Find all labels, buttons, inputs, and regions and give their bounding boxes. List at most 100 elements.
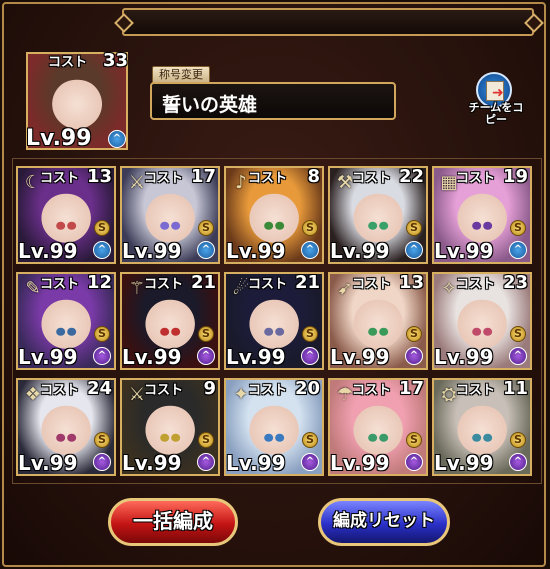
unit-cost: コスト 24 [18,380,112,399]
character-eyes [263,221,285,230]
character-eyes [471,221,493,230]
unit-card[interactable]: ✎ コスト 12 Lv.99 S ^ [16,272,116,370]
cost-label: コスト [40,277,80,292]
unit-card[interactable]: ⛭ コスト 11 Lv.99 S ^ [432,378,532,476]
rank-up-icon: ^ [509,347,527,365]
copy-team-label: チームをコピー [468,101,524,126]
unit-level: Lv.99 [330,451,390,475]
cost-label: コスト [144,277,184,292]
cost-value: 12 [86,272,112,293]
header-bar [122,8,534,36]
bulk-formation-button[interactable]: 一括編成 [108,498,238,546]
cost-value: 19 [502,166,528,187]
rank-up-icon: ^ [405,453,423,471]
leader-cost: コスト 33 [26,50,128,71]
unit-level: Lv.99 [122,345,182,369]
unit-level: Lv.99 [122,239,182,263]
formation-reset-button[interactable]: 編成リセット [318,498,450,546]
unit-card[interactable]: ❖ コスト 24 Lv.99 S ^ [16,378,116,476]
cost-value: 11 [502,378,528,399]
character-eyes [55,221,77,230]
unit-level: Lv.99 [18,239,78,263]
unit-cost: コスト 21 [226,274,320,293]
unit-cost: コスト 13 [18,166,112,187]
cost-label: コスト [248,277,288,292]
unit-cost: コスト 9 [122,380,216,399]
unit-card[interactable]: ☾ コスト 13 Lv.99 S ^ [16,166,116,264]
unit-cost: コスト 13 [330,272,424,293]
unit-card[interactable]: ⚚ コスト 21 Lv.99 S ^ [120,272,220,370]
character-eyes [159,221,181,230]
skill-s-icon: S [510,220,526,236]
character-eyes [159,327,181,336]
rank-up-icon: ^ [405,241,423,259]
rank-up-icon: ^ [301,453,319,471]
unit-card[interactable]: ☄ コスト 21 Lv.99 S ^ [224,272,324,370]
character-eyes [55,433,77,442]
unit-level: Lv.99 [226,451,286,475]
unit-card[interactable]: ▦ コスト 19 Lv.99 S ^ [432,166,532,264]
unit-level: Lv.99 [226,239,286,263]
unit-card[interactable]: ⚒ コスト 22 Lv.99 S ^ [328,166,428,264]
unit-card[interactable]: ⚔ コスト 17 Lv.99 S ^ [120,166,220,264]
cost-label: コスト [144,171,184,186]
cost-value: 21 [190,272,216,293]
unit-cost: コスト 12 [18,272,112,293]
cost-label: コスト [248,171,288,186]
unit-cost: コスト 17 [330,380,424,399]
character-eyes [367,327,389,336]
unit-card[interactable]: ♪ コスト 8 Lv.99 S ^ [224,166,324,264]
character-eyes [471,433,493,442]
unit-level: Lv.99 [122,451,182,475]
cost-value: 13 [86,166,112,187]
cost-label: コスト [352,171,392,186]
unit-cost: コスト 8 [226,166,320,187]
cost-value: 13 [398,272,424,293]
unit-card[interactable]: ✧ コスト 23 Lv.99 S ^ [432,272,532,370]
unit-card[interactable]: ⚔ コスト 9 Lv.99 S ^ [120,378,220,476]
cost-value: 20 [294,378,320,399]
rank-up-icon: ^ [108,130,126,148]
rank-up-icon: ^ [93,347,111,365]
cost-label: コスト [352,277,392,292]
unit-card[interactable]: ✦ コスト 20 Lv.99 S ^ [224,378,324,476]
cost-label: コスト [40,383,80,398]
leader-card[interactable]: コスト 33 Lv.99 ^ [26,50,128,151]
rank-up-icon: ^ [197,241,215,259]
unit-level: Lv.99 [226,345,286,369]
cost-label: コスト [48,55,88,70]
title-text: 誓いの英雄 [162,94,258,116]
cost-value: 8 [307,166,320,187]
rank-up-icon: ^ [197,347,215,365]
character-eyes [367,221,389,230]
unit-cost: コスト 23 [434,274,528,293]
copy-team-button[interactable]: ➜ チームをコピー [466,72,526,132]
unit-level: Lv.99 [434,345,494,369]
skill-s-icon: S [406,220,422,236]
skill-s-icon: S [198,432,214,448]
rank-up-icon: ^ [93,453,111,471]
rank-up-icon: ^ [405,347,423,365]
skill-s-icon: S [510,432,526,448]
unit-cost: コスト 17 [122,168,216,187]
unit-level: Lv.99 [434,451,494,475]
unit-card[interactable]: ➹ コスト 13 Lv.99 S ^ [328,272,428,370]
unit-cost: コスト 22 [330,166,424,187]
title-field[interactable]: 誓いの英雄 [150,82,396,120]
skill-s-icon: S [302,432,318,448]
cost-value: 22 [398,166,424,187]
skill-s-icon: S [198,326,214,342]
unit-level: Lv.99 [434,239,494,263]
unit-card[interactable]: ☂ コスト 17 Lv.99 S ^ [328,378,428,476]
character-eyes [159,433,181,442]
cost-label: コスト [456,277,496,292]
unit-level: Lv.99 [18,345,78,369]
cost-label: コスト [40,171,80,186]
arrow-icon: ➜ [492,85,504,101]
cost-label: コスト [352,383,392,398]
skill-s-icon: S [94,220,110,236]
skill-s-icon: S [302,326,318,342]
unit-cost: コスト 11 [434,378,528,399]
rank-up-icon: ^ [197,453,215,471]
unit-level: Lv.99 [330,345,390,369]
